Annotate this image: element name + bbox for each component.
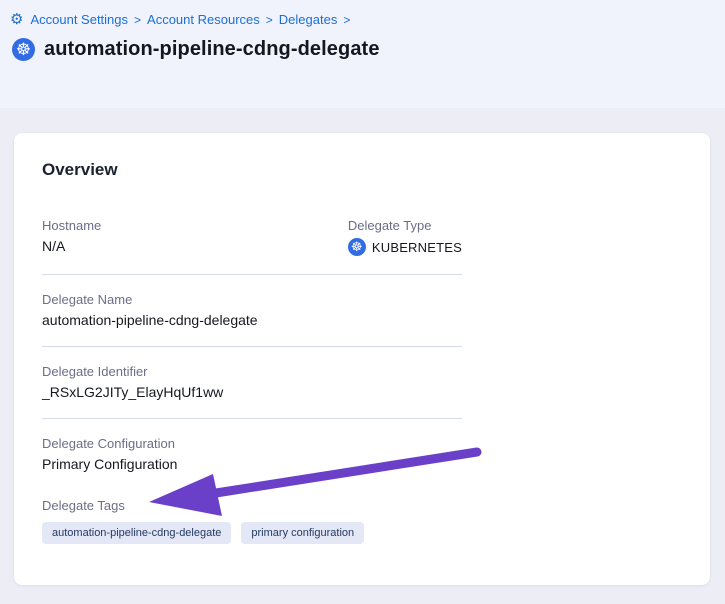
hostname-value: N/A [42, 238, 348, 254]
breadcrumb-separator: > [266, 13, 273, 27]
delegate-title-row: ☸ automation-pipeline-cdng-delegate [12, 38, 380, 61]
hostname-label: Hostname [42, 218, 348, 233]
delegate-tag: automation-pipeline-cdng-delegate [42, 522, 231, 544]
divider [42, 346, 462, 347]
hostname-type-row: Hostname N/A Delegate Type ☸ KUBERNETES [42, 218, 462, 256]
delegate-identifier-label: Delegate Identifier [42, 364, 462, 379]
divider [42, 418, 462, 419]
breadcrumb-account-resources[interactable]: Account Resources [147, 12, 260, 27]
delegate-name-value: automation-pipeline-cdng-delegate [42, 312, 462, 328]
delegate-identifier-field: Delegate Identifier _RSxLG2JITy_ElayHqUf… [42, 364, 462, 400]
delegate-type-field: Delegate Type ☸ KUBERNETES [348, 218, 462, 256]
hostname-field: Hostname N/A [42, 218, 348, 256]
breadcrumb-separator: > [134, 13, 141, 27]
delegate-type-label: Delegate Type [348, 218, 462, 233]
delegate-identifier-value: _RSxLG2JITy_ElayHqUf1ww [42, 384, 462, 400]
breadcrumb-account-settings[interactable]: Account Settings [30, 12, 128, 27]
breadcrumb: ⚙ Account Settings > Account Resources >… [10, 12, 350, 27]
page-title: automation-pipeline-cdng-delegate [44, 38, 380, 61]
delegate-tags-field: Delegate Tags automation-pipeline-cdng-d… [42, 498, 462, 544]
delegate-name-field: Delegate Name automation-pipeline-cdng-d… [42, 292, 462, 328]
delegate-tag: primary configuration [241, 522, 364, 544]
breadcrumb-delegates[interactable]: Delegates [279, 12, 338, 27]
overview-card: Overview Hostname N/A Delegate Type ☸ KU… [14, 133, 710, 585]
settings-gear-icon: ⚙ [10, 12, 23, 27]
delegate-tags-list: automation-pipeline-cdng-delegate primar… [42, 522, 462, 544]
breadcrumb-separator: > [343, 13, 350, 27]
delegate-name-label: Delegate Name [42, 292, 462, 307]
kubernetes-icon: ☸ [12, 38, 35, 61]
divider [42, 274, 462, 275]
delegate-configuration-value: Primary Configuration [42, 456, 462, 472]
overview-heading: Overview [42, 160, 682, 180]
delegate-configuration-label: Delegate Configuration [42, 436, 462, 451]
delegate-tags-label: Delegate Tags [42, 498, 462, 513]
delegate-configuration-field: Delegate Configuration Primary Configura… [42, 436, 462, 472]
page-header: ⚙ Account Settings > Account Resources >… [0, 0, 725, 108]
kubernetes-icon: ☸ [348, 238, 366, 256]
delegate-type-value: KUBERNETES [372, 240, 462, 255]
